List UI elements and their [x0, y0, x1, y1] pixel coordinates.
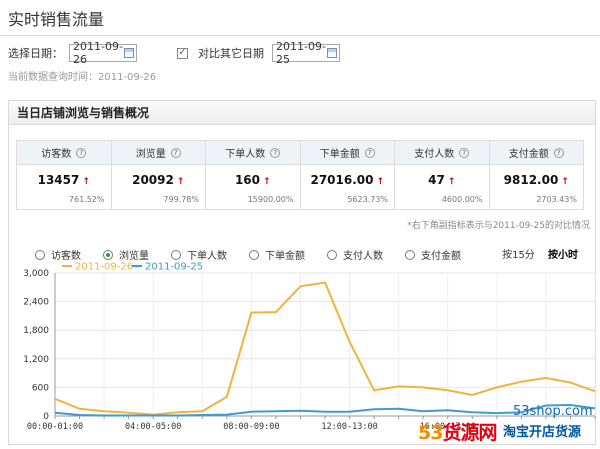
filter-row: 选择日期： 2011-09-26 ✓ 对比其它日期 2011-09-25 [8, 40, 340, 66]
y-tick-label: 3,000 [23, 269, 49, 279]
y-tick-label: 1,800 [23, 326, 49, 336]
metrics-value-row: 13457 ↑ 761.52% 20092 ↑ 799.78% 160 ↑ 15900.00… [17, 165, 583, 209]
metric-compare-pct: 15900.00% [247, 195, 294, 204]
compare-label: 对比其它日期 [198, 47, 264, 60]
up-arrow-icon: ↑ [447, 177, 456, 187]
title-divider [0, 35, 600, 36]
up-arrow-icon: ↑ [561, 177, 569, 187]
metrics-table: 访客数? 浏览量? 下单人数? 下单金额? 支付人数? 支付金额? 13457 ↑… [16, 140, 584, 210]
watermark-brand: 53货源网 [418, 418, 497, 445]
metric-value: 20092 [132, 173, 174, 187]
y-tick-label: 0 [43, 412, 49, 422]
x-tick-label: 00:00-01:00 [27, 422, 83, 432]
series-line-current [54, 281, 596, 416]
up-arrow-icon: ↑ [263, 177, 271, 187]
metric-header: 下单人数? [206, 141, 301, 164]
metrics-header-row: 访客数? 浏览量? 下单人数? 下单金额? 支付人数? 支付金额? [17, 141, 583, 165]
watermark-brand-number: 53 [418, 422, 443, 444]
metric-compare-pct: 2703.43% [536, 195, 577, 204]
watermark-subtitle: 淘宝开店货源 [503, 425, 582, 440]
help-icon[interactable]: ? [170, 147, 181, 158]
metric-cell: 20092 ↑ 799.78% [112, 165, 206, 209]
help-icon[interactable]: ? [270, 147, 281, 158]
metric-compare-pct: 761.52% [68, 195, 105, 204]
metric-value: 160 [234, 173, 260, 187]
metric-header: 支付金额? [490, 141, 584, 164]
page-title: 实时销售流量 [8, 10, 105, 29]
query-time: 当前数据查询时间：2011-09-26 [8, 72, 157, 83]
metric-header: 浏览量? [112, 141, 206, 164]
metric-label: 浏览量 [135, 149, 166, 160]
date-label: 选择日期： [8, 47, 63, 60]
metric-cell: 13457 ↑ 761.52% [17, 165, 112, 209]
sales-line-chart: 3,000 2,400 1,800 1,200 600 000:00-01:00 04:00… [23, 262, 596, 432]
calendar-icon[interactable] [124, 48, 134, 58]
metric-compare-pct: 799.78% [163, 195, 199, 204]
watermark-brand-text: 货源网 [442, 422, 497, 444]
help-icon[interactable]: ? [364, 147, 375, 158]
metric-cell: 27016.00 ↑ 5623.73% [301, 165, 395, 209]
metric-cell: 47 ↑ 4600.00% [395, 165, 490, 209]
help-icon[interactable]: ? [553, 147, 564, 158]
metric-label: 支付金额 [508, 149, 549, 160]
metric-label: 下单金额 [319, 149, 360, 160]
metric-value: 47 [428, 173, 445, 187]
metric-label: 访客数 [41, 149, 72, 160]
date-input[interactable]: 2011-09-26 [69, 40, 137, 66]
up-arrow-icon: ↑ [176, 177, 185, 187]
up-arrow-icon: ↑ [82, 177, 90, 187]
metric-label: 支付人数 [414, 149, 455, 160]
up-arrow-icon: ↑ [376, 177, 385, 187]
x-tick-label: 12:00-13:00 [321, 422, 377, 432]
metric-value: 27016.00 [310, 173, 374, 187]
calendar-icon[interactable] [327, 48, 337, 58]
metric-compare-pct: 4600.00% [441, 195, 483, 204]
metric-cell: 160 ↑ 15900.00% [206, 165, 301, 209]
metric-value: 9812.00 [503, 173, 559, 187]
help-icon[interactable]: ? [76, 147, 87, 158]
compare-footnote: *右下角副指标表示与2011-09-25的对比情况 [407, 221, 590, 231]
metric-value: 13457 [37, 173, 80, 187]
legend-label: 2011-09-25 [145, 262, 203, 273]
y-tick-label: 1,200 [23, 355, 49, 365]
y-tick-label: 2,400 [23, 298, 49, 308]
metric-label: 下单人数 [225, 149, 266, 160]
metric-cell: 9812.00 ↑ 2703.43% [490, 165, 584, 209]
help-icon[interactable]: ? [459, 147, 470, 158]
watermark-url: 53shop.com [513, 404, 593, 419]
metric-compare-pct: 5623.73% [347, 195, 388, 204]
compare-checkbox[interactable]: ✓ [177, 47, 188, 59]
metric-header: 支付人数? [395, 141, 490, 164]
legend-label: 2011-09-26 [75, 262, 133, 273]
x-tick-label: 04:00-05:00 [125, 422, 181, 432]
y-tick-label: 600 [32, 383, 49, 393]
compare-date-input[interactable]: 2011-09-25 [272, 40, 340, 66]
panel-title: 当日店铺浏览与销售概况 [9, 101, 595, 125]
x-tick-label: 08:00-09:00 [223, 422, 279, 432]
metric-header: 访客数? [17, 141, 112, 164]
metric-header: 下单金额? [301, 141, 395, 164]
